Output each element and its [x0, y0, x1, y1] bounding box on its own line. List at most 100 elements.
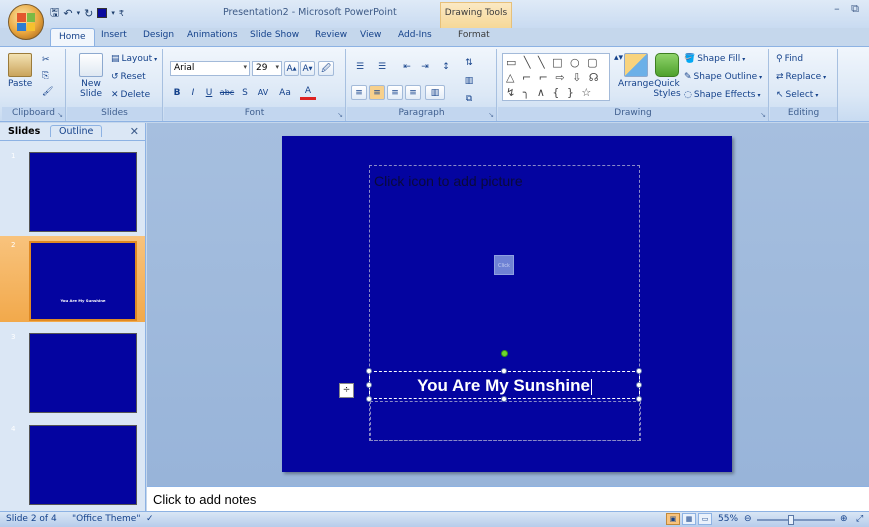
resize-handle[interactable] [501, 368, 507, 374]
resize-handle[interactable] [366, 368, 372, 374]
resize-handle[interactable] [366, 396, 372, 402]
bold-button[interactable]: B [170, 85, 184, 100]
delete-button[interactable]: ✕ Delete [111, 90, 150, 100]
dialog-launcher-icon[interactable]: ↘ [57, 111, 63, 119]
resize-handle[interactable] [636, 382, 642, 388]
change-case-button[interactable]: Aa [276, 85, 294, 100]
tab-slide-show[interactable]: Slide Show [250, 30, 299, 40]
slide-thumbnail[interactable]: You Are My Sunshine [29, 241, 137, 321]
fit-to-window-icon[interactable]: ⤢ [856, 514, 863, 524]
tab-outline[interactable]: Outline [50, 125, 103, 137]
office-button[interactable] [8, 4, 44, 40]
slide-show-view-icon[interactable]: ▭ [698, 513, 712, 525]
select-button[interactable]: ↖ Select ▾ [776, 90, 818, 100]
columns-icon[interactable]: ▥ [425, 85, 445, 100]
rotation-handle[interactable] [501, 350, 508, 357]
subtitle-placeholder[interactable] [370, 401, 641, 441]
zoom-slider-thumb[interactable] [788, 515, 794, 525]
tab-design[interactable]: Design [143, 30, 174, 40]
align-center-icon[interactable]: ≡ [369, 85, 385, 100]
slide-thumbnail-row[interactable]: 4 [0, 420, 145, 506]
smartart-icon[interactable]: ⧉ [461, 91, 477, 106]
align-left-icon[interactable]: ≡ [351, 85, 367, 100]
dialog-launcher-icon[interactable]: ↘ [488, 111, 494, 119]
tab-slides[interactable]: Slides [8, 126, 40, 137]
tab-animations[interactable]: Animations [187, 30, 238, 40]
customize-qat-icon[interactable]: ₹ [119, 9, 124, 18]
zoom-out-icon[interactable]: ⊖ [744, 514, 752, 524]
shapes-gallery[interactable]: ▭ ╲ ╲ □ ○ ▢ △ ⌐ ⌐ ⇨ ⇩ ☊ ↯ ╮ ∧ { } ☆ [502, 53, 610, 101]
paste-button[interactable]: Paste [8, 53, 32, 89]
font-size-combo[interactable]: 29 ▾ [252, 61, 282, 76]
undo-icon[interactable]: ↶ [63, 7, 72, 20]
underline-button[interactable]: U [202, 85, 216, 100]
slide-thumbnail[interactable] [29, 152, 137, 232]
arrange-button[interactable]: Arrange [618, 53, 654, 89]
autofit-options-icon[interactable]: ÷ [339, 383, 354, 398]
shape-fill-button[interactable]: 🪣 Shape Fill ▾ [684, 54, 745, 64]
normal-view-icon[interactable]: ▣ [666, 513, 680, 525]
quick-styles-button[interactable]: Quick Styles [650, 53, 684, 99]
slide-canvas[interactable]: Click icon to add picture Click ÷ You Ar… [282, 136, 732, 472]
text-direction-icon[interactable]: ⇅ [461, 55, 477, 70]
window-controls[interactable]: – ⧉ [834, 2, 863, 16]
tab-add-ins[interactable]: Add-Ins [398, 30, 432, 40]
grow-font-icon[interactable]: A ▲ [284, 61, 299, 76]
resize-handle[interactable] [366, 382, 372, 388]
dropdown-arrow-icon[interactable]: ▾ [111, 9, 115, 17]
tab-format[interactable]: Format [458, 30, 490, 40]
title-textbox[interactable]: You Are My Sunshine [366, 368, 642, 441]
find-button[interactable]: ⚲ Find [776, 54, 803, 64]
resize-handle[interactable] [501, 396, 507, 402]
save-icon[interactable]: 🖫 [50, 4, 59, 23]
font-color-swatch[interactable] [97, 8, 108, 18]
justify-icon[interactable]: ≡ [405, 85, 421, 100]
resize-handle[interactable] [636, 368, 642, 374]
slide-title[interactable]: You Are My Sunshine [370, 376, 639, 396]
character-spacing-button[interactable]: AV [254, 85, 272, 100]
tab-insert[interactable]: Insert [101, 30, 127, 40]
font-color-button[interactable]: A [300, 85, 316, 100]
numbering-icon[interactable]: ☰ [373, 59, 391, 74]
new-slide-button[interactable]: New Slide [75, 53, 107, 99]
resize-handle[interactable] [636, 396, 642, 402]
shape-effects-button[interactable]: ◌ Shape Effects ▾ [684, 90, 761, 100]
line-spacing-icon[interactable]: ↕ [437, 59, 455, 74]
notes-pane[interactable]: Click to add notes [147, 486, 869, 511]
slide-sorter-view-icon[interactable]: ▦ [682, 513, 696, 525]
tab-review[interactable]: Review [315, 30, 347, 40]
dialog-launcher-icon[interactable]: ↘ [760, 111, 766, 119]
reset-button[interactable]: ↺ Reset [111, 72, 146, 82]
dropdown-arrow-icon[interactable]: ▾ [77, 9, 81, 17]
cut-icon[interactable]: ✂ [42, 55, 50, 65]
slide-thumbnail-row[interactable]: 3 [0, 328, 145, 414]
bullets-icon[interactable]: ☰ [351, 59, 369, 74]
align-right-icon[interactable]: ≡ [387, 85, 403, 100]
shape-outline-button[interactable]: ✎ Shape Outline ▾ [684, 72, 762, 82]
slide-thumbnail[interactable] [29, 333, 137, 413]
close-icon[interactable]: ✕ [130, 125, 139, 138]
notes-placeholder[interactable]: Click to add notes [153, 492, 256, 507]
zoom-level[interactable]: 55% [718, 514, 738, 524]
align-text-icon[interactable]: ▥ [461, 73, 477, 88]
tab-home[interactable]: Home [50, 28, 95, 47]
slide-thumbnail-row[interactable]: 1 [0, 147, 145, 233]
slide-thumbnail-row[interactable]: 2 You Are My Sunshine [0, 236, 145, 322]
zoom-slider[interactable] [757, 515, 835, 525]
copy-icon[interactable]: ⎘ [42, 71, 49, 81]
zoom-in-icon[interactable]: ⊕ [840, 514, 848, 524]
layout-button[interactable]: ▤ Layout ▾ [111, 54, 157, 64]
spell-check-icon[interactable]: ✓ [146, 514, 154, 524]
increase-indent-icon[interactable]: ⇥ [417, 59, 433, 74]
insert-picture-icon[interactable]: Click [494, 255, 514, 275]
italic-button[interactable]: I [186, 85, 200, 100]
font-name-combo[interactable]: Arial ▾ [170, 61, 250, 76]
text-shadow-button[interactable]: S [238, 85, 252, 100]
shrink-font-icon[interactable]: A ▼ [300, 61, 315, 76]
strikethrough-button[interactable]: abc [218, 85, 236, 100]
tab-view[interactable]: View [360, 30, 381, 40]
format-painter-icon[interactable]: 🖌 [42, 87, 53, 97]
clear-formatting-icon[interactable]: 🖉 [318, 61, 334, 76]
dialog-launcher-icon[interactable]: ↘ [337, 111, 343, 119]
slide-thumbnail[interactable] [29, 425, 137, 505]
